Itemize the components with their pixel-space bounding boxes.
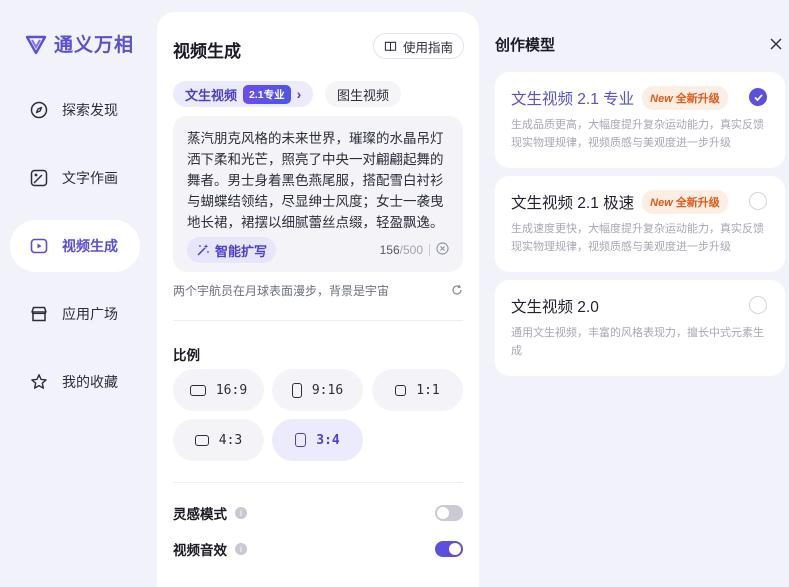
video-sound-label: 视频音效 bbox=[173, 543, 227, 558]
video-sound-toggle[interactable] bbox=[435, 541, 463, 557]
model-description: 生成速度更快，大幅度提升复杂运动能力，真实反馈现实物理规律，视频质感与美观度进一… bbox=[511, 223, 764, 253]
model-head: 文生视频 2.0 bbox=[511, 294, 769, 318]
divider bbox=[173, 320, 463, 321]
tab-text-to-video-label: 文生视频 bbox=[185, 87, 238, 103]
new-badge: New 全新升级 bbox=[642, 190, 728, 214]
sidebar-item-label: 视频生成 bbox=[62, 238, 118, 254]
model-head: 文生视频 2.1 极速 New 全新升级 bbox=[511, 190, 769, 214]
model-name: 文生视频 2.1 专业 bbox=[511, 91, 635, 108]
close-icon[interactable] bbox=[769, 37, 783, 56]
sidebar-item-label: 文字作画 bbox=[62, 170, 118, 186]
landscape-ratio-icon bbox=[189, 384, 206, 396]
new-badge-tag: New bbox=[650, 93, 673, 105]
model-radio[interactable] bbox=[749, 296, 767, 314]
model-name: 文生视频 2.0 bbox=[511, 299, 599, 316]
new-badge-text: 全新升级 bbox=[675, 93, 720, 105]
model-section-title: 创作模型 bbox=[495, 37, 556, 54]
logo[interactable]: 通义万相 bbox=[24, 30, 134, 57]
info-icon[interactable]: i bbox=[235, 543, 247, 555]
user-guide-label: 使用指南 bbox=[403, 40, 454, 55]
ratio-option-4-3[interactable]: 4:3 bbox=[173, 419, 264, 461]
refresh-icon[interactable] bbox=[451, 283, 463, 301]
toggle-knob bbox=[449, 543, 461, 555]
model-card-wan20[interactable]: 文生视频 2.0 通用文生视频，丰富的风格表现力，擅长中式元素生成 bbox=[495, 280, 785, 376]
sidebar: 通义万相 探索发现 文字作画 视频生成 应用广场 我的收藏 bbox=[0, 0, 150, 587]
model-radio-selected[interactable] bbox=[749, 88, 767, 106]
smart-expand-button[interactable]: 智能扩写 bbox=[187, 237, 277, 263]
new-badge-tag: New bbox=[650, 197, 673, 209]
new-badge: New 全新升级 bbox=[642, 86, 728, 110]
video-sound-row: 视频音效 i bbox=[173, 539, 463, 559]
inspiration-mode-toggle[interactable] bbox=[435, 505, 463, 521]
prompt-suggestion[interactable]: 两个宇航员在月球表面漫步，背景是宇宙 bbox=[173, 282, 463, 299]
new-badge-text: 全新升级 bbox=[675, 197, 720, 209]
image-edit-icon bbox=[30, 169, 48, 187]
magic-wand-icon bbox=[197, 244, 209, 256]
smart-expand-label: 智能扩写 bbox=[215, 243, 268, 259]
counter-divider bbox=[429, 244, 430, 256]
video-generation-panel: 视频生成 使用指南 文生视频 2.1专业 › 图生视频 蒸汽朋克风格的未来世界，… bbox=[157, 12, 479, 587]
tab-image-to-video[interactable]: 图生视频 bbox=[325, 81, 402, 107]
model-head: 文生视频 2.1 专业 New 全新升级 bbox=[511, 86, 769, 110]
star-icon bbox=[30, 373, 48, 391]
char-count: 156 bbox=[379, 243, 400, 257]
ratio-option-1-1[interactable]: 1:1 bbox=[372, 369, 463, 411]
compass-icon bbox=[30, 101, 48, 119]
landscape-ratio-icon bbox=[194, 434, 209, 446]
square-ratio-icon bbox=[395, 384, 407, 396]
logo-icon bbox=[25, 35, 47, 54]
model-card-wan21-turbo[interactable]: 文生视频 2.1 极速 New 全新升级 生成速度更快，大幅度提升复杂运动能力，真… bbox=[495, 176, 785, 272]
tab-text-to-video[interactable]: 文生视频 2.1专业 › bbox=[173, 81, 314, 107]
ratio-label: 4:3 bbox=[218, 432, 243, 448]
version-badge: 2.1专业 bbox=[243, 84, 291, 104]
portrait-ratio-icon bbox=[295, 433, 307, 447]
ratio-option-16-9[interactable]: 16:9 bbox=[173, 369, 264, 411]
ratio-label: 9:16 bbox=[311, 382, 344, 398]
model-radio[interactable] bbox=[749, 192, 767, 210]
ratio-option-9-16[interactable]: 9:16 bbox=[272, 369, 363, 411]
ratio-section-label: 比例 bbox=[173, 348, 200, 363]
book-icon bbox=[384, 41, 397, 51]
ratio-option-3-4[interactable]: 3:4 bbox=[272, 419, 363, 461]
ratio-label: 3:4 bbox=[316, 432, 340, 448]
user-guide-button[interactable]: 使用指南 bbox=[373, 33, 465, 59]
ratio-label: 16:9 bbox=[215, 382, 248, 398]
char-max: /500 bbox=[399, 243, 423, 257]
sidebar-item-label: 应用广场 bbox=[62, 306, 118, 322]
sidebar-item-label: 探索发现 bbox=[62, 102, 118, 118]
sidebar-item-app-plaza[interactable]: 应用广场 bbox=[10, 288, 140, 340]
prompt-textarea[interactable]: 蒸汽朋克风格的未来世界，璀璨的水晶吊灯洒下柔和光芒，照亮了中央一对翩翩起舞的舞者… bbox=[187, 128, 449, 233]
divider bbox=[173, 482, 463, 483]
info-icon[interactable]: i bbox=[235, 507, 247, 519]
chevron-right-icon: › bbox=[296, 86, 302, 102]
toggle-knob bbox=[437, 507, 449, 519]
sidebar-item-text-to-image[interactable]: 文字作画 bbox=[10, 152, 140, 204]
tab-image-to-video-label: 图生视频 bbox=[337, 87, 390, 103]
model-description: 生成品质更高，大幅度提升复杂运动能力，真实反馈现实物理规律，视频质感与美观度进一… bbox=[511, 119, 764, 149]
clear-icon[interactable] bbox=[436, 242, 449, 258]
portrait-ratio-icon bbox=[291, 382, 302, 398]
sidebar-item-explore[interactable]: 探索发现 bbox=[10, 84, 140, 136]
model-description: 通用文生视频，丰富的风格表现力，擅长中式元素生成 bbox=[511, 327, 764, 357]
inspiration-mode-label: 灵感模式 bbox=[173, 507, 227, 522]
page-title: 视频生成 bbox=[173, 42, 241, 61]
video-play-icon bbox=[30, 237, 48, 255]
sidebar-item-label: 我的收藏 bbox=[62, 374, 118, 390]
inspiration-mode-row: 灵感模式 i bbox=[173, 503, 463, 523]
model-name: 文生视频 2.1 极速 bbox=[511, 195, 635, 212]
store-icon bbox=[30, 305, 48, 323]
sidebar-item-video-generation[interactable]: 视频生成 bbox=[10, 220, 140, 272]
char-counter: 156/500 bbox=[380, 242, 449, 258]
logo-text: 通义万相 bbox=[54, 35, 135, 56]
check-icon bbox=[753, 93, 763, 101]
sidebar-item-favorites[interactable]: 我的收藏 bbox=[10, 356, 140, 408]
prompt-input-box[interactable]: 蒸汽朋克风格的未来世界，璀璨的水晶吊灯洒下柔和光芒，照亮了中央一对翩翩起舞的舞者… bbox=[173, 116, 463, 272]
model-card-wan21-pro[interactable]: 文生视频 2.1 专业 New 全新升级 生成品质更高，大幅度提升复杂运动能力，真… bbox=[495, 72, 785, 168]
ratio-label: 1:1 bbox=[416, 382, 440, 398]
